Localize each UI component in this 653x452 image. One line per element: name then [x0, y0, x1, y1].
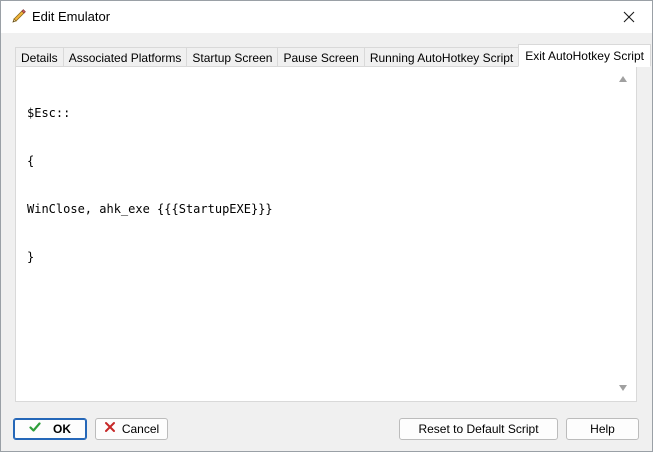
ok-button[interactable]: OK [13, 418, 87, 440]
tab-panel-exit-script: $Esc:: { WinClose, ahk_exe {{{StartupEXE… [15, 66, 637, 402]
tab-associated-platforms[interactable]: Associated Platforms [62, 47, 188, 67]
window-title: Edit Emulator [32, 9, 111, 24]
scroll-up-arrow-icon[interactable] [619, 76, 627, 82]
pencil-icon [11, 8, 27, 24]
scroll-down-arrow-icon[interactable] [619, 385, 627, 391]
x-icon [104, 419, 116, 439]
tab-exit-autohotkey-script[interactable]: Exit AutoHotkey Script [518, 44, 651, 67]
code-line: $Esc:: [27, 106, 71, 120]
tab-pause-screen[interactable]: Pause Screen [277, 47, 365, 67]
script-editor[interactable]: $Esc:: { WinClose, ahk_exe {{{StartupEXE… [23, 71, 631, 396]
tab-details[interactable]: Details [15, 47, 64, 67]
cancel-button-label: Cancel [121, 422, 160, 436]
close-icon [623, 11, 635, 23]
code-line: { [27, 154, 35, 168]
cancel-button[interactable]: Cancel [95, 418, 168, 440]
tab-strip: Details Associated Platforms Startup Scr… [15, 44, 651, 67]
title-bar: Edit Emulator [1, 1, 652, 33]
close-button[interactable] [606, 1, 652, 33]
help-button[interactable]: Help [566, 418, 639, 440]
tab-startup-screen[interactable]: Startup Screen [186, 47, 279, 67]
edit-emulator-window: Edit Emulator Details Associated Platfor… [0, 0, 653, 452]
reset-to-default-script-button[interactable]: Reset to Default Script [399, 418, 558, 440]
tab-running-autohotkey-script[interactable]: Running AutoHotkey Script [363, 47, 520, 67]
checkmark-icon [29, 419, 41, 439]
ok-button-label: OK [53, 422, 71, 436]
dialog-client-area: Details Associated Platforms Startup Scr… [1, 33, 652, 451]
code-line: WinClose, ahk_exe {{{StartupEXE}}} [27, 202, 273, 216]
script-code[interactable]: $Esc:: { WinClose, ahk_exe {{{StartupEXE… [27, 73, 607, 297]
code-line: } [27, 250, 35, 264]
editor-vertical-scrollbar[interactable] [615, 71, 631, 396]
